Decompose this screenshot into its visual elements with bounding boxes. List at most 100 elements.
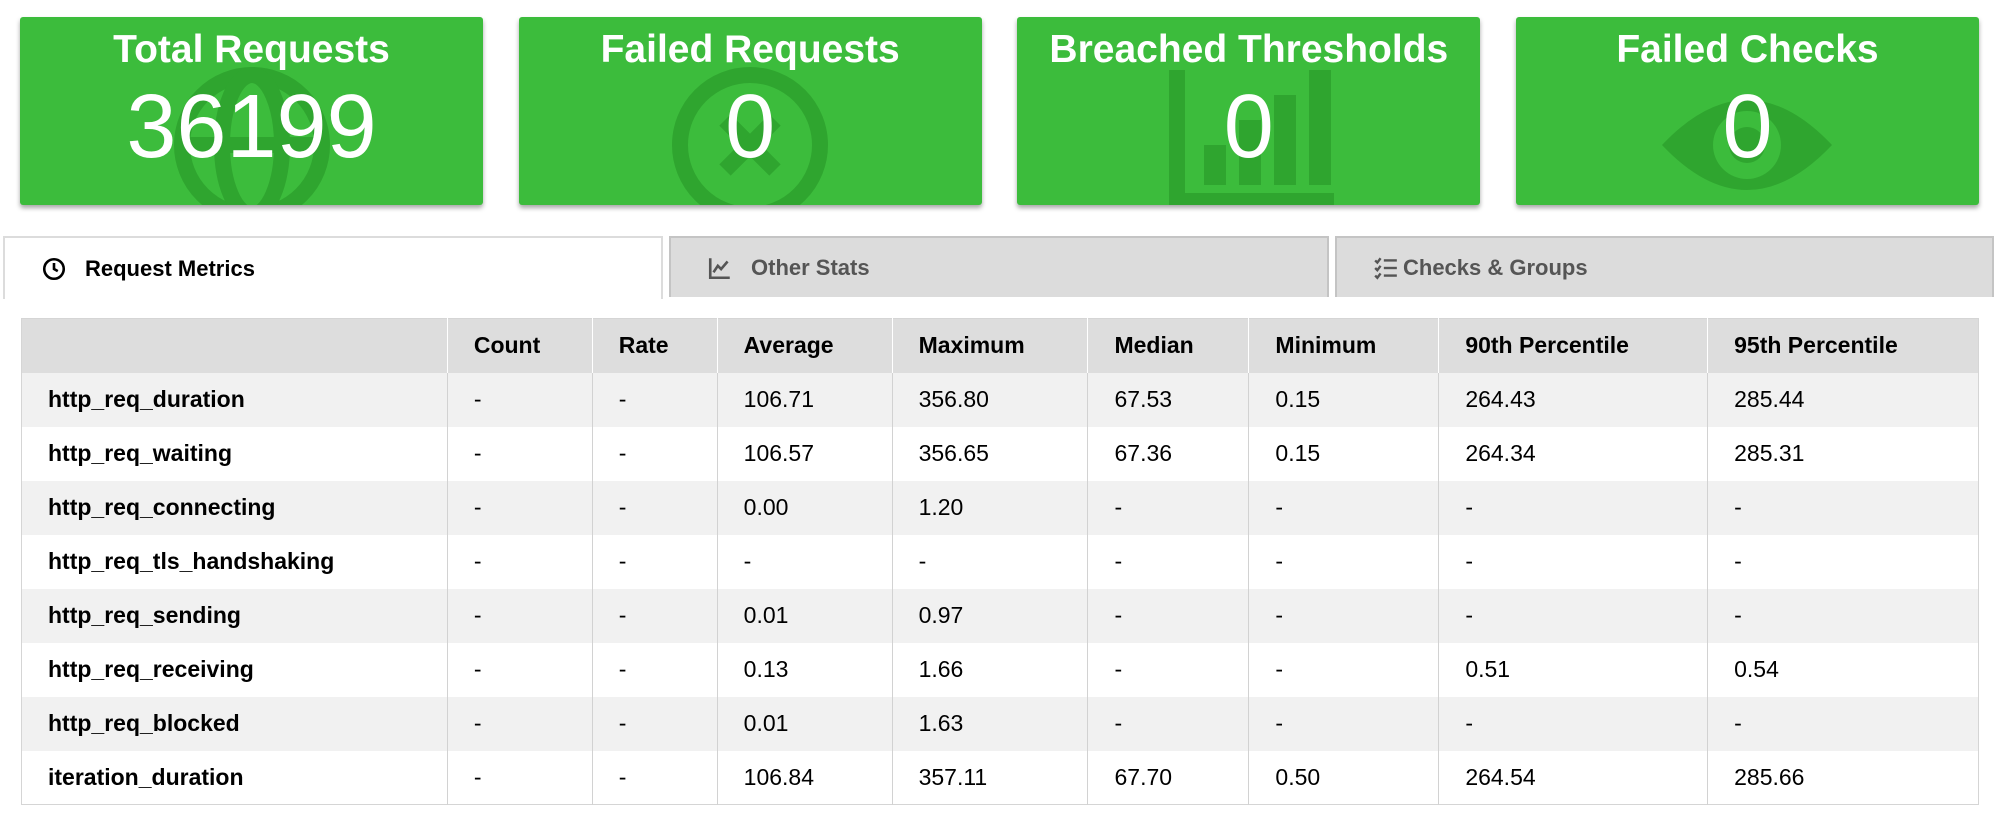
metric-value-cell: - [1248,588,1439,643]
metric-value-cell: 0.51 [1438,642,1708,697]
card-title: Breached Thresholds [1049,28,1449,71]
tab-label: Checks & Groups [1403,254,1588,280]
metric-value-cell: - [1707,534,1979,589]
table-row: http_req_waiting - -106.57 356.65 67.36 0.15 2… [21,426,1979,481]
column-header: 95th Percentile [1707,318,1979,373]
metric-value-cell: 357.11 [891,750,1088,805]
line-chart-icon [707,255,733,281]
card-value: 36199 [126,77,377,177]
metric-value-cell: 67.70 [1087,750,1249,805]
metric-value-cell: 106.71 [716,372,893,427]
card-failed-requests: Failed Requests 0 [518,17,982,205]
metric-value-cell: - [591,534,718,589]
tab-label: Other Stats [751,254,870,280]
metric-value-cell: 106.57 [716,426,893,481]
metric-value-cell: - [716,534,893,589]
column-header [21,318,448,373]
metric-name-cell: http_req_tls_handshaking [21,534,448,589]
metric-value-cell: 0.15 [1248,426,1439,481]
card-failed-checks: Failed Checks 0 [1515,17,1979,205]
metric-value-cell: 1.20 [891,480,1088,535]
metric-value-cell: 0.15 [1248,372,1439,427]
metric-value-cell: - [1087,534,1249,589]
metric-value-cell: - [591,372,718,427]
metric-value-cell: 264.43 [1438,372,1708,427]
column-header: 90th Percentile [1438,318,1708,373]
column-header: Minimum [1248,318,1439,373]
metric-value-cell: - [446,642,593,697]
card-value: 0 [1722,77,1773,177]
metric-name-cell: http_req_sending [21,588,448,643]
metric-value-cell: - [1438,480,1708,535]
metric-name-cell: http_req_duration [21,372,448,427]
metric-value-cell: 1.66 [891,642,1088,697]
metric-name-cell: iteration_duration [21,750,448,805]
table-row: http_req_connecting - -0.00 1.20- - - - [21,480,1979,535]
metric-name-cell: http_req_receiving [21,642,448,697]
card-total-requests: Total Requests 36199 [20,17,483,205]
metric-value-cell: - [1707,696,1979,751]
table-row: http_req_tls_handshaking - - - - - - - - [21,534,1979,589]
card-title: Total Requests [113,28,390,71]
card-value: 0 [1223,77,1274,177]
metric-value-cell: 0.01 [716,696,893,751]
metric-name-cell: http_req_connecting [21,480,448,535]
metric-value-cell: 0.01 [716,588,893,643]
metric-value-cell: - [446,426,593,481]
metric-value-cell: - [446,480,593,535]
metric-value-cell: - [1438,696,1708,751]
metric-value-cell: - [591,696,718,751]
metric-value-cell: - [1248,534,1439,589]
table-header-row: Count Rate Average Maximum Median Minimu… [21,318,1979,373]
column-header: Maximum [891,318,1088,373]
metric-name-cell: http_req_blocked [21,696,448,751]
tab-request-metrics[interactable]: Request Metrics [3,236,663,299]
tab-checks-groups[interactable]: Checks & Groups [1335,236,1994,297]
card-breached-thresholds: Breached Thresholds 0 [1017,17,1481,205]
metric-value-cell: - [1438,534,1708,589]
column-header: Median [1087,318,1249,373]
metric-value-cell: - [1438,588,1708,643]
metric-value-cell: - [1248,480,1439,535]
metric-value-cell: - [1087,696,1249,751]
metric-value-cell: - [1707,480,1979,535]
table-row: http_req_sending - -0.01 0.97- - - - [21,588,1979,643]
clock-icon [41,256,67,282]
metric-value-cell: 0.97 [891,588,1088,643]
metric-value-cell: - [1087,588,1249,643]
metric-value-cell: - [1248,642,1439,697]
metric-value-cell: - [591,642,718,697]
metric-value-cell: 356.65 [891,426,1088,481]
metric-value-cell: - [591,426,718,481]
metric-value-cell: 285.66 [1707,750,1979,805]
metric-value-cell: - [446,750,593,805]
tab-other-stats[interactable]: Other Stats [669,236,1329,297]
column-header: Rate [591,318,718,373]
metric-value-cell: - [1707,588,1979,643]
metric-value-cell: 1.63 [891,696,1088,751]
metric-value-cell: - [591,750,718,805]
metric-value-cell: 264.54 [1438,750,1708,805]
metric-value-cell: - [446,372,593,427]
metric-value-cell: 67.53 [1087,372,1249,427]
table-row: http_req_receiving - -0.13 1.66- -0.51 0.54 [21,642,1979,697]
metric-value-cell: - [446,696,593,751]
card-title: Failed Requests [600,28,900,71]
table-row: iteration_duration - -106.84 357.11 67.70 0.5… [21,750,1979,805]
metric-value-cell: - [446,588,593,643]
metric-value-cell: - [1248,696,1439,751]
column-header: Average [716,318,893,373]
metric-value-cell: 285.31 [1707,426,1979,481]
checklist-icon [1373,255,1399,281]
metric-value-cell: - [446,534,593,589]
metric-value-cell: - [1087,480,1249,535]
metric-value-cell: 67.36 [1087,426,1249,481]
metric-value-cell: - [591,480,718,535]
metric-value-cell: - [1087,642,1249,697]
card-value: 0 [725,77,776,177]
column-header: Count [446,318,593,373]
tab-label: Request Metrics [85,255,255,281]
metric-value-cell: 264.34 [1438,426,1708,481]
metric-value-cell: 356.80 [891,372,1088,427]
table-row: http_req_duration - -106.71 356.80 67.53 0.15… [21,372,1979,427]
